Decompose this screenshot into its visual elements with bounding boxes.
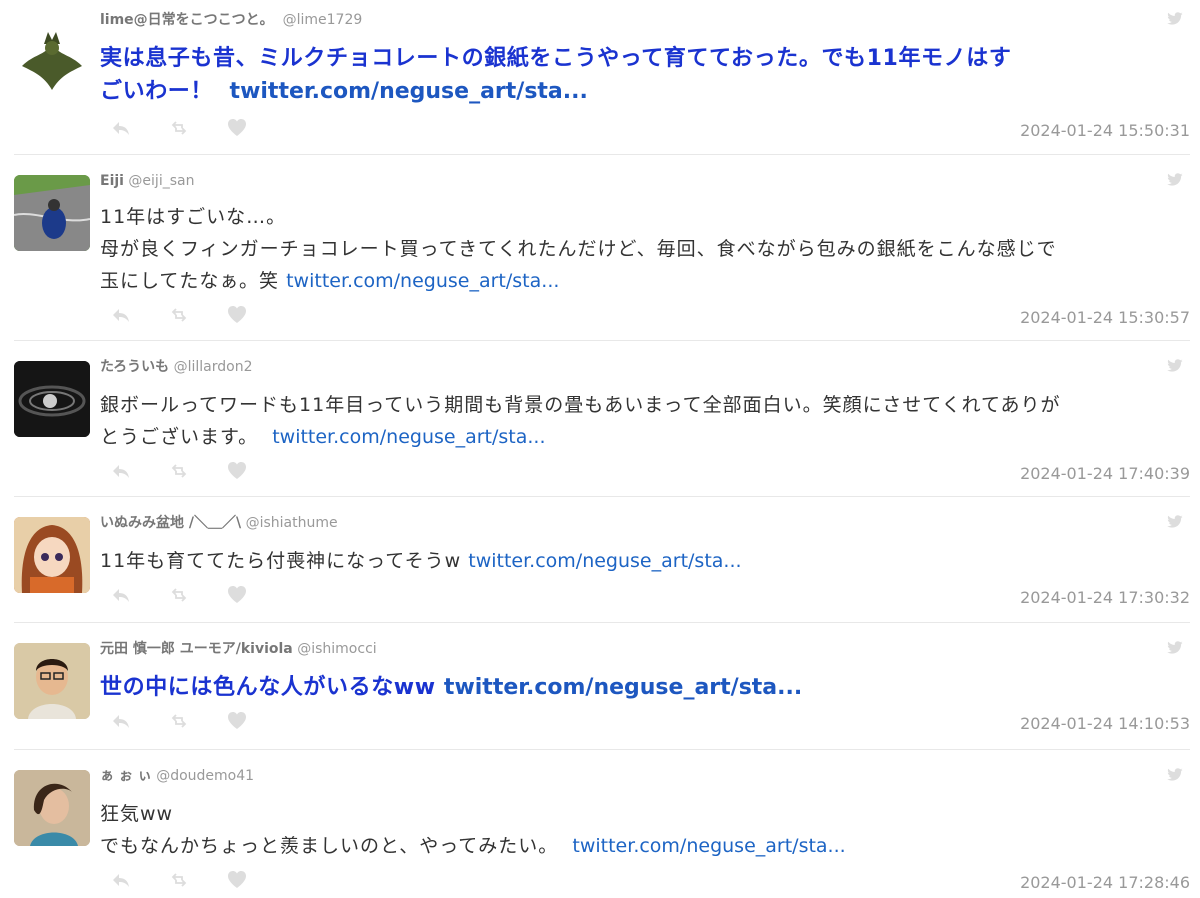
tweet-header: 元田 慎一郎 ユーモア/kiviola @ishimocci <box>100 641 377 657</box>
tweet-timestamp[interactable]: 2024-01-24 14:10:53 <box>1020 715 1190 733</box>
tweet-header: いぬみみ盆地 /＼＿／\ @ishiathume <box>100 515 338 531</box>
tweet-actions <box>111 870 285 890</box>
tweet-text-line: 銀ボールってワードも11年目っていう期間も背景の畳もあいまって全部面白い。笑顔に… <box>100 394 1061 416</box>
tweet-text-line: ごいわー！ <box>100 79 214 104</box>
like-icon[interactable] <box>227 461 247 481</box>
tweet-actions <box>111 711 285 731</box>
reply-icon[interactable] <box>111 305 131 325</box>
twitter-bird-icon[interactable] <box>1166 359 1184 373</box>
author-name[interactable]: Eiji <box>100 173 124 189</box>
tweet-timestamp[interactable]: 2024-01-24 15:50:31 <box>1020 122 1190 140</box>
tweet-link[interactable]: twitter.com/neguse_art/sta... <box>468 550 741 572</box>
tweet-link[interactable]: twitter.com/neguse_art/sta... <box>230 79 588 104</box>
reply-icon[interactable] <box>111 118 131 138</box>
reply-icon[interactable] <box>111 461 131 481</box>
tweet-link[interactable]: twitter.com/neguse_art/sta... <box>572 835 845 857</box>
author-name[interactable]: いぬみみ盆地 /＼＿／\ <box>100 515 241 531</box>
tweet-actions <box>111 118 285 138</box>
avatar[interactable] <box>14 14 90 90</box>
tweet-item: Eiji @eiji_san 11年はすごいな…。 母が良くフィンガーチョコレー… <box>14 155 1190 341</box>
tweet-item: ぁ ぉ ぃ @doudemo41 狂気ww でもなんかちょっと羨ましいのと、やっ… <box>14 750 1190 898</box>
avatar[interactable] <box>14 175 90 251</box>
tweet-text: 11年はすごいな…。 母が良くフィンガーチョコレート買ってきてくれたんだけど、毎… <box>100 201 1190 297</box>
tweet-text-line: 母が良くフィンガーチョコレート買ってきてくれたんだけど、毎回、食べながら包みの銀… <box>100 238 1057 260</box>
author-name[interactable]: ぁ ぉ ぃ <box>100 768 152 784</box>
tweet-header: Eiji @eiji_san <box>100 173 194 189</box>
retweet-icon[interactable] <box>169 585 189 605</box>
like-icon[interactable] <box>227 305 247 325</box>
avatar[interactable] <box>14 643 90 719</box>
retweet-icon[interactable] <box>169 461 189 481</box>
reply-icon[interactable] <box>111 585 131 605</box>
author-name[interactable]: lime@日常をこつこつと。 <box>100 12 274 28</box>
tweet-link[interactable]: twitter.com/neguse_art/sta... <box>272 426 545 448</box>
twitter-bird-icon[interactable] <box>1166 173 1184 187</box>
tweet-header: ぁ ぉ ぃ @doudemo41 <box>100 768 254 784</box>
tweet-header: lime@日常をこつこつと。 @lime1729 <box>100 12 362 28</box>
author-name[interactable]: 元田 慎一郎 ユーモア/kiviola <box>100 641 293 657</box>
author-handle[interactable]: @doudemo41 <box>156 768 254 784</box>
tweet-text-line: 11年も育ててたら付喪神になってそうw <box>100 550 462 572</box>
tweet-item: いぬみみ盆地 /＼＿／\ @ishiathume 11年も育ててたら付喪神になっ… <box>14 497 1190 623</box>
author-name[interactable]: たろういも <box>100 359 169 375</box>
tweet-item: lime@日常をこつこつと。 @lime1729 実は息子も昔、ミルクチョコレー… <box>14 0 1190 155</box>
author-handle[interactable]: @ishimocci <box>297 641 376 657</box>
tweet-text-line: 実は息子も昔、ミルクチョコレートの銀紙をこうやって育てておった。でも11年モノは… <box>100 46 1012 71</box>
tweet-actions <box>111 461 285 481</box>
tweet-text: 銀ボールってワードも11年目っていう期間も背景の畳もあいまって全部面白い。笑顔に… <box>100 389 1190 453</box>
tweet-timestamp[interactable]: 2024-01-24 17:40:39 <box>1020 465 1190 483</box>
tweet-text-line: 狂気ww <box>100 803 174 825</box>
avatar[interactable] <box>14 517 90 593</box>
tweet-text-line: でもなんかちょっと羨ましいのと、やってみたい。 <box>100 835 559 857</box>
tweet-text-line: 世の中には色んな人がいるなww <box>100 675 436 700</box>
avatar[interactable] <box>14 770 90 846</box>
author-handle[interactable]: @eiji_san <box>128 173 194 189</box>
tweet-item: 元田 慎一郎 ユーモア/kiviola @ishimocci 世の中には色んな人… <box>14 623 1190 750</box>
reply-icon[interactable] <box>111 870 131 890</box>
tweet-text: 11年も育ててたら付喪神になってそうw twitter.com/neguse_a… <box>100 545 1190 577</box>
tweet-text-line: 11年はすごいな…。 <box>100 206 287 228</box>
like-icon[interactable] <box>227 711 247 731</box>
tweet-timestamp[interactable]: 2024-01-24 15:30:57 <box>1020 309 1190 327</box>
tweet-item: たろういも @lillardon2 銀ボールってワードも11年目っていう期間も背… <box>14 341 1190 497</box>
retweet-icon[interactable] <box>169 118 189 138</box>
author-handle[interactable]: @lillardon2 <box>174 359 253 375</box>
reply-icon[interactable] <box>111 711 131 731</box>
like-icon[interactable] <box>227 118 247 138</box>
author-handle[interactable]: @lime1729 <box>283 12 363 28</box>
tweet-actions <box>111 305 285 325</box>
tweet-link[interactable]: twitter.com/neguse_art/sta... <box>286 270 559 292</box>
like-icon[interactable] <box>227 585 247 605</box>
tweet-text: 実は息子も昔、ミルクチョコレートの銀紙をこうやって育てておった。でも11年モノは… <box>100 42 1190 108</box>
tweet-timestamp[interactable]: 2024-01-24 17:30:32 <box>1020 589 1190 607</box>
avatar[interactable] <box>14 361 90 437</box>
retweet-icon[interactable] <box>169 711 189 731</box>
tweet-actions <box>111 585 285 605</box>
tweet-timestamp[interactable]: 2024-01-24 17:28:46 <box>1020 874 1190 892</box>
twitter-bird-icon[interactable] <box>1166 641 1184 655</box>
retweet-icon[interactable] <box>169 305 189 325</box>
tweet-text-line: とうございます。 <box>100 426 259 448</box>
author-handle[interactable]: @ishiathume <box>246 515 338 531</box>
tweet-link[interactable]: twitter.com/neguse_art/sta... <box>444 675 802 700</box>
twitter-bird-icon[interactable] <box>1166 515 1184 529</box>
retweet-icon[interactable] <box>169 870 189 890</box>
twitter-bird-icon[interactable] <box>1166 768 1184 782</box>
tweet-text-line: 玉にしてたなぁ。笑 <box>100 270 280 292</box>
tweet-text: 狂気ww でもなんかちょっと羨ましいのと、やってみたい。 twitter.com… <box>100 798 1190 862</box>
tweet-header: たろういも @lillardon2 <box>100 359 253 375</box>
twitter-bird-icon[interactable] <box>1166 12 1184 26</box>
tweet-text: 世の中には色んな人がいるなww twitter.com/neguse_art/s… <box>100 671 1190 704</box>
like-icon[interactable] <box>227 870 247 890</box>
